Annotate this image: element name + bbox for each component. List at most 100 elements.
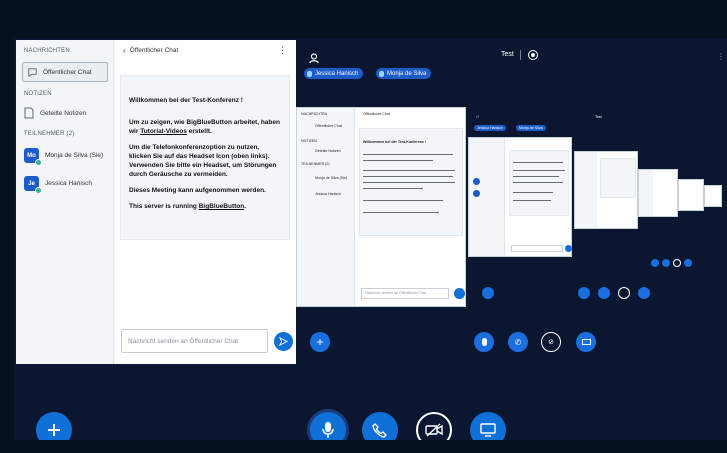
nested-screen-6 bbox=[704, 185, 722, 207]
nested-screen-5 bbox=[678, 179, 704, 211]
nested-chat-input-2 bbox=[511, 245, 563, 252]
screen-icon bbox=[581, 339, 591, 345]
send-button[interactable] bbox=[274, 332, 293, 351]
nested-shared-notes-label: Geteilte Notizen bbox=[315, 149, 341, 153]
nested-notes-title: NOTIZEN bbox=[301, 139, 317, 143]
nested-send-button-2 bbox=[565, 245, 572, 252]
text-line bbox=[363, 200, 443, 201]
messages-section-title: NACHRICHTEN bbox=[24, 48, 70, 54]
nested-welcome-box-2 bbox=[509, 150, 569, 216]
nested-talker: Jessica Hanisch bbox=[474, 125, 506, 131]
bigbluebutton-link[interactable]: BigBlueButton bbox=[199, 203, 245, 210]
text-line bbox=[363, 212, 439, 213]
text-line bbox=[513, 192, 553, 193]
avatar-initials: Mo bbox=[27, 152, 36, 159]
send-icon bbox=[279, 337, 288, 346]
chat-title: Öffentlicher Chat bbox=[129, 47, 179, 54]
text-line bbox=[513, 176, 559, 177]
notes-section-title: NOTIZEN bbox=[24, 91, 52, 97]
text-line bbox=[363, 160, 433, 161]
text-line bbox=[363, 188, 423, 189]
nested-chat-title: Öffentlicher Chat bbox=[363, 112, 390, 116]
shared-notes-item[interactable]: Geteilte Notizen bbox=[24, 107, 86, 119]
text-line bbox=[513, 162, 563, 163]
notes-icon bbox=[24, 107, 34, 119]
welcome-heading: Willkommen bei der Test-Konferenz ! bbox=[129, 97, 243, 104]
window-left-edge bbox=[0, 0, 14, 453]
talking-indicator: Jessica Hanisch bbox=[304, 68, 364, 79]
user-row[interactable]: Mo Monja de Silva (Sie) bbox=[24, 148, 104, 166]
nested-dot bbox=[662, 259, 670, 267]
user-name: Jessica Hanisch bbox=[45, 180, 92, 187]
chat-panel: ‹ Öffentlicher Chat ⋮ Willkommen bei der… bbox=[114, 40, 296, 364]
avatar: Mo bbox=[24, 148, 42, 166]
nested-userlist bbox=[297, 108, 355, 306]
avatar-initials: Je bbox=[28, 180, 35, 187]
nested-video-button-2 bbox=[618, 287, 630, 299]
nested-plus-button: + bbox=[310, 332, 330, 352]
nested-welcome-box-3 bbox=[600, 158, 636, 198]
nested-screen-button-2 bbox=[638, 287, 650, 299]
nested-dot bbox=[651, 259, 659, 267]
nested-mic-button-2 bbox=[578, 287, 590, 299]
user-row[interactable]: Je Jessica Hanisch bbox=[24, 176, 92, 194]
phone-icon bbox=[372, 423, 387, 438]
record-icon[interactable] bbox=[528, 50, 538, 60]
server-paragraph: This server is running BigBlueButton. bbox=[129, 202, 283, 211]
nested-mic-button bbox=[474, 332, 494, 352]
phone-paragraph: Um die Telefonkonferenzoption zu nutzen,… bbox=[129, 144, 277, 178]
chat-header[interactable]: ‹ Öffentlicher Chat bbox=[123, 46, 178, 55]
nested-talker: Monja de Silva bbox=[516, 125, 546, 131]
nested-screen-2-body bbox=[468, 137, 572, 257]
text-line bbox=[363, 170, 455, 171]
tutorial-text-end: erstellt. bbox=[186, 128, 212, 135]
nested-user2: Jessica Hanisch bbox=[315, 192, 341, 196]
text-line bbox=[363, 182, 455, 183]
chat-options-icon[interactable]: ⋮ bbox=[278, 45, 287, 56]
meeting-title: Test bbox=[501, 51, 514, 58]
text-line bbox=[513, 182, 563, 183]
nested-send-button bbox=[454, 288, 465, 299]
nested-messages-title: NACHRICHTEN bbox=[301, 112, 328, 116]
nested-avatar bbox=[473, 190, 480, 197]
user-icon[interactable] bbox=[309, 53, 319, 64]
talker-name: Jessica Hanisch bbox=[315, 70, 359, 77]
talking-indicator: Monja de Silva bbox=[376, 68, 432, 79]
talker-name: Monja de Silva bbox=[387, 70, 427, 77]
chevron-left-icon[interactable]: ‹ bbox=[123, 46, 126, 55]
video-off-icon bbox=[425, 423, 443, 437]
nested-dot bbox=[684, 259, 692, 267]
nested-avatar bbox=[473, 178, 480, 185]
chat-icon bbox=[28, 67, 37, 77]
phone-icon: ✆ bbox=[514, 337, 522, 347]
text-line bbox=[513, 200, 551, 201]
recording-paragraph: Dieses Meeting kann aufgenommen werden. bbox=[129, 187, 266, 194]
user-name: Monja de Silva (Sie) bbox=[45, 152, 104, 159]
video-off-icon: ⊘ bbox=[548, 339, 554, 346]
welcome-message: Willkommen bei der Test-Konferenz ! Um z… bbox=[120, 75, 290, 240]
screenshare-view: NACHRICHTEN Öffentlicher Chat NOTIZEN Ge… bbox=[296, 107, 727, 352]
plus-icon: + bbox=[316, 335, 324, 349]
window-top-edge bbox=[0, 0, 727, 38]
title-divider bbox=[520, 50, 521, 60]
microphone-icon bbox=[322, 422, 334, 438]
microphone-icon bbox=[481, 338, 487, 346]
nested-screen-1: NACHRICHTEN Öffentlicher Chat NOTIZEN Ge… bbox=[296, 107, 466, 307]
nested-user-icon: ⚇ bbox=[476, 115, 480, 119]
nested-meeting-title: Test bbox=[595, 115, 602, 119]
options-icon[interactable]: ⋮ bbox=[717, 52, 725, 61]
nested-video-button: ⊘ bbox=[541, 332, 561, 352]
public-chat-item[interactable]: Öffentlicher Chat bbox=[22, 62, 108, 82]
nested-phone-button-2 bbox=[598, 287, 610, 299]
participants-section-title: TEILNEHMER (2) bbox=[24, 131, 75, 137]
tutorial-link[interactable]: Tutorial-Videos bbox=[140, 128, 187, 135]
tutorial-paragraph: Um zu zeigen, wie BigBlueButton arbeitet… bbox=[129, 118, 283, 136]
userlist-panel: NACHRICHTEN Öffentlicher Chat NOTIZEN Ge… bbox=[16, 40, 114, 364]
public-chat-label: Öffentlicher Chat bbox=[43, 68, 92, 76]
presentation-area: Test ⋮ Jessica Hanisch Monja de Silva NA… bbox=[296, 40, 727, 370]
nested-welcome: Willkommen bei der Test-Konferenz ! bbox=[363, 140, 426, 144]
nested-userlist-3 bbox=[575, 152, 597, 228]
text-line bbox=[363, 154, 453, 155]
audio-status-icon bbox=[35, 159, 42, 166]
chat-message-input[interactable]: Nachricht senden an Öffentlicher Chat bbox=[121, 329, 268, 353]
